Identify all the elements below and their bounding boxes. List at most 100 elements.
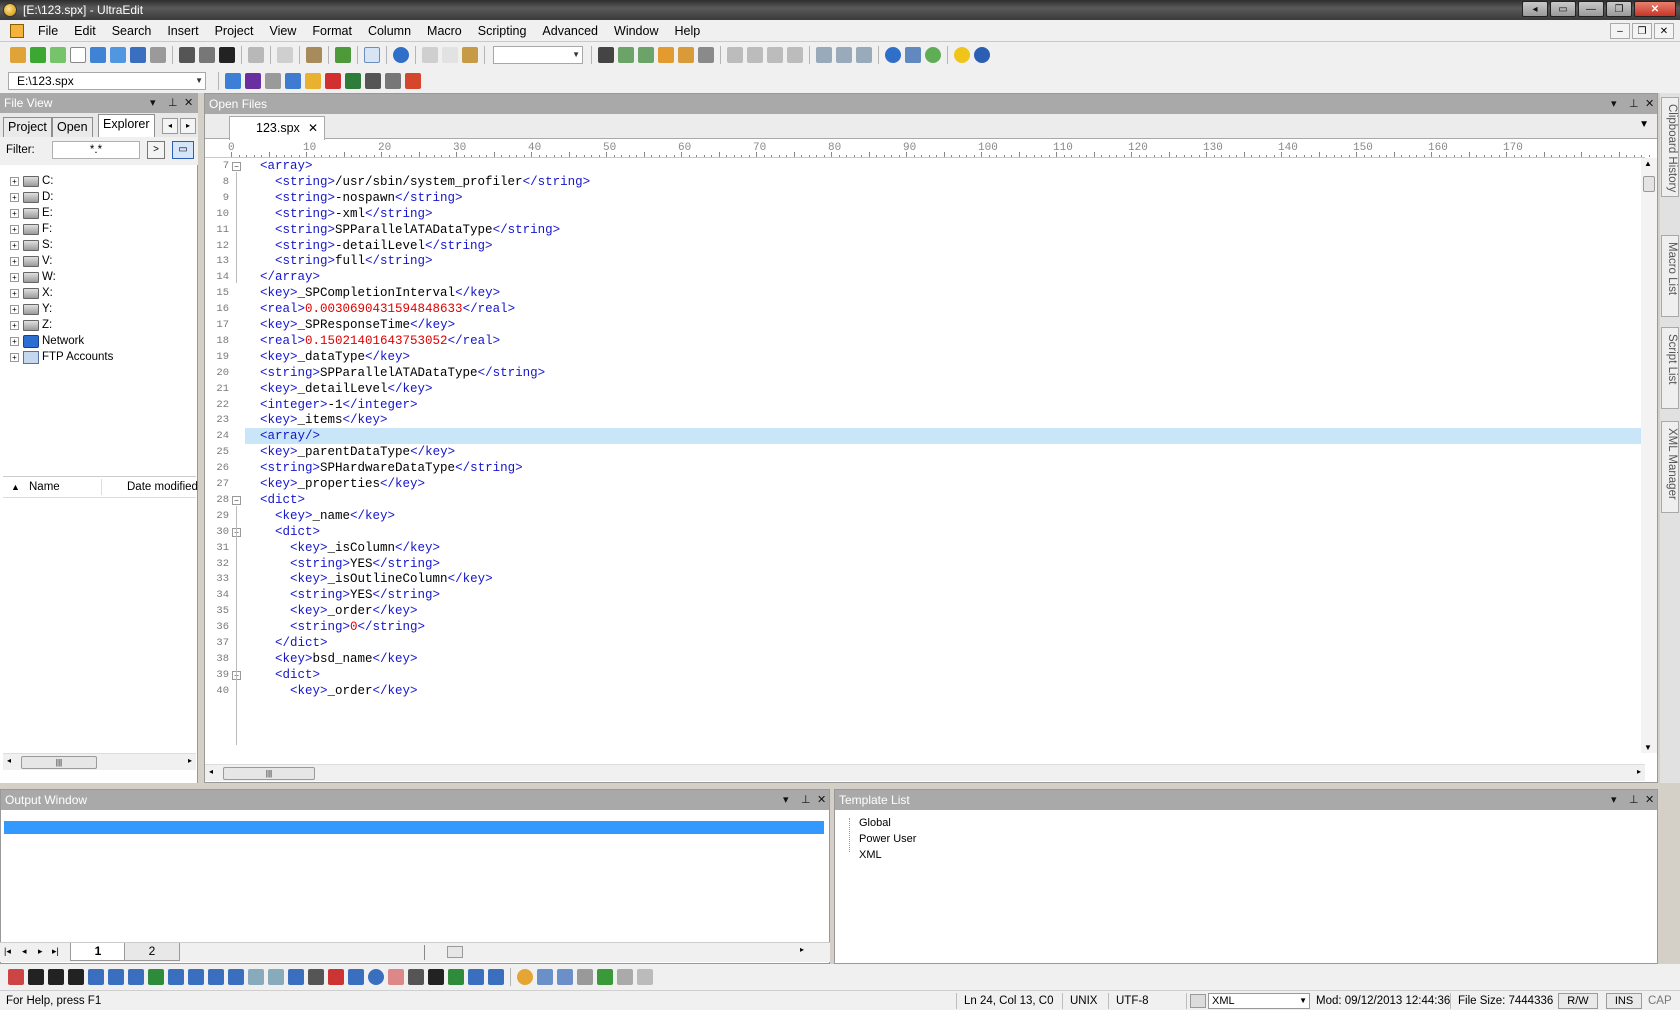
code-line[interactable]: <key>_dataType</key>: [245, 349, 1645, 365]
code-line[interactable]: <real>0.15021401643753052</real>: [245, 333, 1645, 349]
expand-icon[interactable]: +: [10, 272, 19, 282]
doc-restore-button[interactable]: ❐: [1632, 23, 1652, 39]
app-icon[interactable]: [3, 3, 17, 17]
column-name[interactable]: Name: [29, 481, 60, 493]
menu-format[interactable]: Format: [304, 20, 360, 42]
code-line[interactable]: <string>SPParallelATADataType</string>: [245, 222, 1645, 238]
paragraph-icon[interactable]: [88, 969, 104, 985]
code-line[interactable]: <key>_SPCompletionInterval</key>: [245, 285, 1645, 301]
code-line[interactable]: <string>YES</string>: [245, 587, 1645, 603]
scroll-thumb[interactable]: |||: [223, 767, 315, 780]
menu-edit[interactable]: Edit: [66, 20, 104, 42]
tab-project[interactable]: Project: [3, 117, 52, 137]
menu-project[interactable]: Project: [207, 20, 262, 42]
prev-sheet-icon[interactable]: ◂: [22, 946, 27, 957]
textbox-icon[interactable]: [308, 969, 324, 985]
italic-icon[interactable]: [48, 969, 64, 985]
tab-script-list[interactable]: Script List: [1661, 327, 1679, 409]
yahoo-search-icon[interactable]: [245, 72, 261, 89]
tab-macro-list[interactable]: Macro List: [1661, 235, 1679, 317]
close-button[interactable]: ✕: [1634, 1, 1676, 17]
current-line[interactable]: <array/>: [245, 428, 1645, 444]
code-line[interactable]: <string>0</string>: [245, 619, 1645, 635]
scroll-down-icon[interactable]: ▼: [1644, 743, 1652, 752]
google-search-icon[interactable]: [225, 72, 241, 89]
code-line[interactable]: <dict>: [245, 667, 1645, 683]
input-icon[interactable]: [288, 969, 304, 985]
expand-icon[interactable]: +: [10, 336, 19, 346]
tree-item[interactable]: + W:: [10, 269, 113, 285]
close-icon[interactable]: ✕: [817, 790, 826, 810]
tidy-icon[interactable]: [597, 969, 613, 985]
code-line[interactable]: <array>: [245, 158, 1645, 174]
wikipedia-search-icon[interactable]: [265, 72, 281, 89]
template-xml[interactable]: XML: [859, 849, 882, 861]
ps-search-icon[interactable]: [345, 72, 361, 89]
align-left-icon[interactable]: [168, 969, 184, 985]
code-line[interactable]: <key>bsd_name</key>: [245, 651, 1645, 667]
email-link-icon[interactable]: [468, 969, 484, 985]
code-line[interactable]: </dict>: [245, 635, 1645, 651]
menu-window[interactable]: Window: [606, 20, 666, 42]
tile-horizontal-icon[interactable]: [816, 47, 832, 63]
code-line[interactable]: <real>0.0030690431594848633</real>: [245, 301, 1645, 317]
properties-icon[interactable]: [306, 47, 322, 63]
next-sheet-icon[interactable]: ▸: [38, 946, 43, 957]
menu-column[interactable]: Column: [360, 20, 419, 42]
chevron-down-icon[interactable]: ▾: [150, 93, 156, 113]
open-project-icon[interactable]: [10, 47, 26, 63]
file-list-hscroll[interactable]: ◂ ||| ▸: [3, 753, 196, 770]
form-icon[interactable]: [268, 969, 284, 985]
spell-check-icon[interactable]: [248, 47, 264, 63]
template-power-user[interactable]: Power User: [859, 833, 916, 845]
close-icon[interactable]: ✕: [1645, 94, 1654, 114]
code-line[interactable]: <string>-xml</string>: [245, 206, 1645, 222]
rss-search-icon[interactable]: [385, 72, 401, 89]
template-global[interactable]: Global: [859, 817, 891, 829]
tree-item[interactable]: + D:: [10, 189, 113, 205]
tree-item[interactable]: + Z:: [10, 317, 113, 333]
menu-file[interactable]: File: [30, 20, 66, 42]
apply-filter-button[interactable]: >: [147, 141, 165, 159]
color-icon[interactable]: [148, 969, 164, 985]
web-browser-icon[interactable]: [393, 47, 409, 63]
menu-scripting[interactable]: Scripting: [470, 20, 535, 42]
table-icon[interactable]: [248, 969, 264, 985]
tab-explorer[interactable]: Explorer: [98, 114, 155, 137]
code-line[interactable]: <key>_SPResponseTime</key>: [245, 317, 1645, 333]
font-icon[interactable]: [219, 47, 235, 63]
link-icon[interactable]: [448, 969, 464, 985]
code-line[interactable]: <string>SPParallelATADataType</string>: [245, 365, 1645, 381]
tree-item[interactable]: + F:: [10, 221, 113, 237]
expand-icon[interactable]: +: [10, 304, 19, 314]
maximize-button[interactable]: ❐: [1606, 1, 1632, 17]
code-line[interactable]: </array>: [245, 269, 1645, 285]
pin-icon[interactable]: ⊥: [801, 790, 811, 810]
tree-item[interactable]: + FTP Accounts: [10, 349, 113, 365]
tip-of-day-icon[interactable]: [954, 47, 970, 63]
image-icon[interactable]: [388, 969, 404, 985]
output-selected-line[interactable]: [4, 821, 824, 834]
code-line[interactable]: <key>_detailLevel</key>: [245, 381, 1645, 397]
doc-minimize-button[interactable]: –: [1610, 23, 1630, 39]
radio-icon[interactable]: [368, 969, 384, 985]
scroll-right-icon[interactable]: ▸: [1637, 767, 1641, 776]
scroll-thumb[interactable]: [447, 946, 463, 958]
doc-close-button[interactable]: ✕: [1654, 23, 1674, 39]
replace-icon[interactable]: [658, 47, 674, 63]
open-file-combo[interactable]: E:\123.spx ▼: [8, 71, 206, 90]
sheet-tab-2[interactable]: 2: [124, 943, 180, 961]
expand-icon[interactable]: +: [10, 352, 19, 362]
menu-insert[interactable]: Insert: [159, 20, 206, 42]
help-icon[interactable]: [974, 47, 990, 63]
tree-item[interactable]: + V:: [10, 253, 113, 269]
find-icon[interactable]: [598, 47, 614, 63]
tree-item[interactable]: + Network: [10, 333, 113, 349]
code-line[interactable]: <integer>-1</integer>: [245, 397, 1645, 413]
align-right-icon[interactable]: [208, 969, 224, 985]
code-line[interactable]: <key>_isOutlineColumn</key>: [245, 571, 1645, 587]
close-icon[interactable]: ✕: [308, 117, 318, 139]
browser-preview-icon[interactable]: [517, 969, 533, 985]
fold-toggle-icon[interactable]: −: [232, 496, 241, 505]
column-date-modified[interactable]: Date modified: [127, 481, 198, 493]
